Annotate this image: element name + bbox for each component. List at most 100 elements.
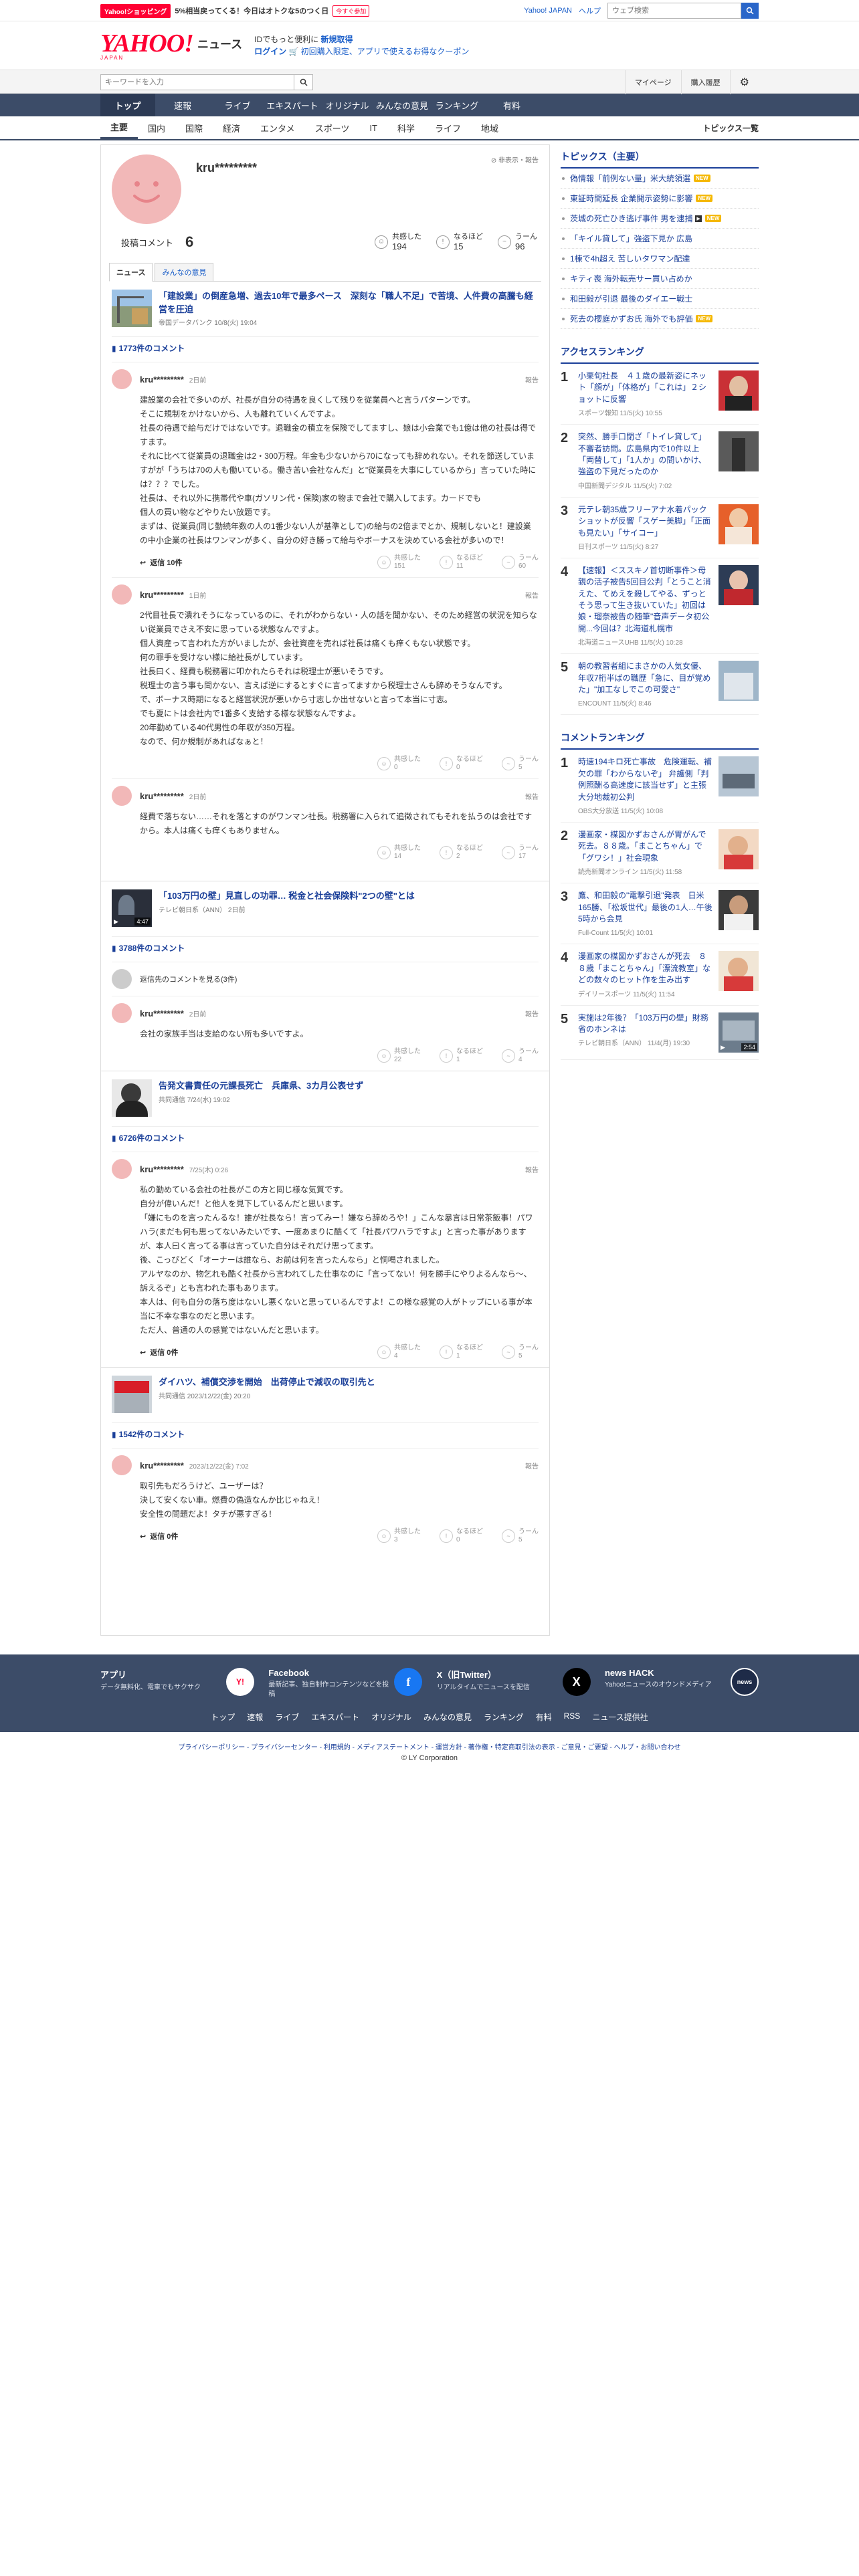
article-title[interactable]: 告発文書責任の元課長死亡 兵庫県、3カ月公表せず bbox=[159, 1079, 363, 1093]
empathy-button[interactable]: ☺ 共感した 22 bbox=[377, 1048, 421, 1064]
topic-item[interactable]: 死去の櫻庭かずお氏 海外でも評価 NEW bbox=[561, 309, 759, 329]
nav-ranking[interactable]: ランキング bbox=[430, 94, 484, 116]
register-link[interactable]: 新規取得 bbox=[320, 35, 353, 44]
comment-avatar[interactable] bbox=[112, 1003, 132, 1023]
comment-user[interactable]: kru********* bbox=[140, 1164, 184, 1174]
nav-expert[interactable]: エキスパート bbox=[265, 94, 320, 116]
comment-user[interactable]: kru********* bbox=[140, 1008, 184, 1018]
footer-nav-item[interactable]: みんなの意見 bbox=[423, 1711, 472, 1723]
topic-item[interactable]: 「キイル貸して」強盗下見か 広島 bbox=[561, 229, 759, 249]
article-title[interactable]: 「建設業」の倒産急増、過去10年で最多ペース 深刻な「職人不足」で苦境、人件費の… bbox=[159, 290, 539, 316]
promo-join-button[interactable]: 今すぐ参加 bbox=[332, 5, 370, 17]
nav-opinion[interactable]: みんなの意見 bbox=[375, 94, 430, 116]
cat-science[interactable]: 科学 bbox=[387, 116, 425, 139]
empathy-button[interactable]: ☺ 共感した 4 bbox=[377, 1344, 421, 1360]
empathy-button[interactable]: ☺ 共感した 14 bbox=[377, 845, 421, 861]
empathy-button[interactable]: ☺ 共感した 151 bbox=[377, 554, 421, 570]
empathy-button[interactable]: ☺ 共感した 3 bbox=[377, 1528, 421, 1544]
coupon-link[interactable]: 初回購入限定、アプリで使えるお得なクーポン bbox=[301, 47, 470, 56]
login-link[interactable]: ログイン bbox=[254, 47, 286, 56]
topic-item[interactable]: 茨城の死亡ひき逃げ事件 男を逮捕 ▶ NEW bbox=[561, 209, 759, 229]
topic-item[interactable]: 1棟で4h超え 苦しいタワマン配達 bbox=[561, 249, 759, 269]
comment-avatar[interactable] bbox=[112, 584, 132, 605]
topic-item[interactable]: 東証時間延長 企業開示姿勢に影響 NEW bbox=[561, 189, 759, 209]
footer-newshack-link[interactable]: news HACK Yahoo!ニュースのオウンドメディア news bbox=[605, 1668, 759, 1699]
cat-economy[interactable]: 経済 bbox=[213, 116, 250, 139]
ranking-item[interactable]: 1 小栗旬社長 ４１歳の最新姿にネット「顔が」「体格が」「これは」２ショットに反… bbox=[561, 364, 759, 425]
comment-count-link[interactable]: ▮ 3788件のコメント bbox=[112, 936, 539, 959]
ranking-item[interactable]: 2 漫画家・楳図かずおさんが胃がんで死去。８８歳。「まことちゃん」で「グワシ！」… bbox=[561, 823, 759, 884]
comment-count-link[interactable]: ▮ 6726件のコメント bbox=[112, 1126, 539, 1149]
footer-nav-item[interactable]: RSS bbox=[564, 1711, 581, 1723]
article-title[interactable]: 「103万円の壁」見直しの功罪… 税金と社会保険料"2つの壁"とは bbox=[159, 889, 415, 903]
nav-breaking[interactable]: 速報 bbox=[155, 94, 210, 116]
empathy-button[interactable]: ☺ 共感した 0 bbox=[377, 756, 421, 772]
topics-list-link[interactable]: トピックス一覧 bbox=[702, 122, 759, 134]
comment-user[interactable]: kru********* bbox=[140, 1461, 184, 1471]
footer-nav-item[interactable]: エキスパート bbox=[311, 1711, 359, 1723]
tab-opinion[interactable]: みんなの意見 bbox=[155, 263, 214, 281]
yahoo-japan-link[interactable]: Yahoo! JAPAN bbox=[524, 7, 572, 15]
hmm-button[interactable]: ~ うーん 4 bbox=[502, 1048, 539, 1064]
cat-sports[interactable]: スポーツ bbox=[305, 116, 360, 139]
comment-report-link[interactable]: 報告 bbox=[525, 1008, 539, 1018]
footer-facebook-link[interactable]: Facebook 最新記事、独自制作コンテンツなどを投稿 f bbox=[268, 1668, 423, 1699]
footer-nav-item[interactable]: トップ bbox=[211, 1711, 235, 1723]
topic-item[interactable]: 偽情報「前例ない量」米大統領選 NEW bbox=[561, 169, 759, 189]
nav-original[interactable]: オリジナル bbox=[320, 94, 375, 116]
insight-button[interactable]: ! なるほど 2 bbox=[440, 845, 483, 861]
comment-user[interactable]: kru********* bbox=[140, 590, 184, 600]
footer-nav-item[interactable]: 有料 bbox=[536, 1711, 552, 1723]
footer-nav-item[interactable]: 速報 bbox=[247, 1711, 263, 1723]
web-search-input[interactable] bbox=[607, 3, 741, 19]
parent-comment-link[interactable]: 返信先のコメントを見る(3件) bbox=[112, 962, 539, 996]
reply-button[interactable]: ↩ 返信 0件 bbox=[140, 1531, 178, 1541]
cat-main[interactable]: 主要 bbox=[100, 116, 138, 139]
article-link[interactable]: ダイハツ、補償交渉を開始 出荷停止で減収の取引先と 共同通信 2023/12/2… bbox=[101, 1368, 549, 1420]
comment-avatar[interactable] bbox=[112, 786, 132, 806]
comment-report-link[interactable]: 報告 bbox=[525, 791, 539, 801]
footer-x-link[interactable]: X（旧Twitter） リアルタイムでニュースを配信 X bbox=[437, 1668, 591, 1699]
hide-report-link[interactable]: ⊘ 非表示・報告 bbox=[491, 154, 539, 165]
reply-button[interactable]: ↩ 返信 10件 bbox=[140, 557, 183, 568]
article-link[interactable]: 「建設業」の倒産急増、過去10年で最多ペース 深刻な「職人不足」で苦境、人件費の… bbox=[101, 282, 549, 334]
comment-avatar[interactable] bbox=[112, 1159, 132, 1179]
promo-text[interactable]: 5%相当戻ってくる！今日はオトクな5のつく日 bbox=[175, 5, 328, 16]
insight-button[interactable]: ! なるほど 0 bbox=[440, 1528, 483, 1544]
comment-report-link[interactable]: 報告 bbox=[525, 374, 539, 385]
footer-nav-item[interactable]: ニュース提供社 bbox=[592, 1711, 648, 1723]
purchase-history-link[interactable]: 購入履歴 bbox=[680, 70, 730, 94]
footer-links[interactable]: プライバシーポリシー - プライバシーセンター - 利用規約 - メディアステー… bbox=[0, 1741, 859, 1751]
reply-button[interactable]: ↩ 返信 0件 bbox=[140, 1347, 178, 1358]
ranking-item[interactable]: 5 実施は2年後？「103万円の壁」財務省のホンネは テレビ朝日系（ANN） 11… bbox=[561, 1006, 759, 1060]
comment-count-link[interactable]: ▮ 1542件のコメント bbox=[112, 1422, 539, 1445]
ranking-item[interactable]: 5 朝の教習者組にまさかの人気女優、年収7桁半ばの職歴「急に、目が覚めた」"加工… bbox=[561, 654, 759, 716]
ranking-item[interactable]: 1 時速194キロ死亡事故 危険運転、補欠の罪「わからないぞ」 弁護側「判例照酬… bbox=[561, 750, 759, 823]
nav-live[interactable]: ライブ bbox=[210, 94, 265, 116]
comment-avatar[interactable] bbox=[112, 1455, 132, 1475]
insight-button[interactable]: ! なるほど 1 bbox=[440, 1344, 483, 1360]
hmm-button[interactable]: ~ うーん 5 bbox=[502, 756, 539, 772]
topic-item[interactable]: キティ喪 海外転売サー買い占めか bbox=[561, 269, 759, 289]
search-icon[interactable] bbox=[741, 3, 759, 19]
article-link[interactable]: 4:47 ▶ 「103万円の壁」見直しの功罪… 税金と社会保険料"2つの壁"とは… bbox=[101, 881, 549, 934]
article-link[interactable]: 告発文書責任の元課長死亡 兵庫県、3カ月公表せず 共同通信 7/24(水) 19… bbox=[101, 1071, 549, 1123]
hmm-button[interactable]: ~ うーん 5 bbox=[502, 1528, 539, 1544]
nav-paid[interactable]: 有料 bbox=[484, 94, 539, 116]
cat-entertainment[interactable]: エンタメ bbox=[250, 116, 305, 139]
comment-avatar[interactable] bbox=[112, 369, 132, 389]
shopping-badge[interactable]: Yahoo!ショッピング bbox=[100, 3, 171, 18]
footer-nav-item[interactable]: ランキング bbox=[484, 1711, 524, 1723]
keyword-search-icon[interactable] bbox=[294, 74, 313, 90]
cat-it[interactable]: IT bbox=[359, 116, 387, 139]
tab-news[interactable]: ニュース bbox=[109, 263, 153, 282]
cat-life[interactable]: ライフ bbox=[425, 116, 471, 139]
topic-item[interactable]: 和田毅が引退 最後のダイエー戦士 bbox=[561, 289, 759, 309]
hmm-button[interactable]: ~ うーん 60 bbox=[502, 554, 539, 570]
ranking-item[interactable]: 3 鷹、和田毅の"電撃引退"発表 日米165勝、「松坂世代」最後の1人…午後5時… bbox=[561, 883, 759, 945]
yahoo-news-logo[interactable]: YAHOO! JAPAN ニュース bbox=[100, 31, 242, 61]
comment-count-link[interactable]: ▮ 1773件のコメント bbox=[112, 336, 539, 359]
comment-user[interactable]: kru********* bbox=[140, 374, 184, 385]
ranking-item[interactable]: 2 突然、勝手口閉ざ「トイレ貸して」不審者訪問。広島県内で10件以上「両替して」… bbox=[561, 425, 759, 498]
keyword-search-input[interactable] bbox=[100, 74, 294, 90]
